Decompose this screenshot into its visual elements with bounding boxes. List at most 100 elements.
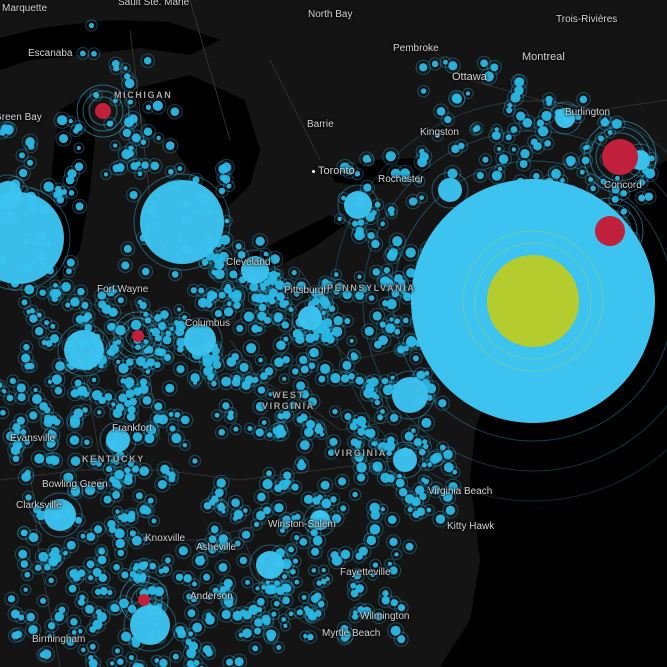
- event-marker: [171, 433, 182, 444]
- event-marker: [183, 574, 192, 583]
- event-marker: [355, 226, 364, 236]
- event-marker: [330, 496, 337, 503]
- event-marker: [91, 377, 97, 383]
- label-wilmington: Wilmington: [360, 611, 410, 622]
- label-fort-wayne: Fort Wayne: [97, 284, 149, 295]
- event-marker: [115, 509, 120, 514]
- event-marker: [101, 304, 112, 315]
- event-marker: [41, 649, 52, 660]
- event-marker: [283, 471, 292, 480]
- event-marker: [366, 535, 377, 546]
- event-marker: [29, 411, 38, 420]
- label-winston-salem: Winston-Salem: [268, 519, 336, 530]
- event-marker: [147, 585, 157, 595]
- event-marker: [7, 595, 16, 603]
- event-marker: [218, 429, 226, 436]
- event-marker: [436, 107, 446, 116]
- event-marker: [185, 638, 192, 646]
- event-marker: [78, 629, 83, 634]
- event-marker: [103, 172, 109, 177]
- event-marker: [218, 563, 228, 572]
- event-marker: [135, 492, 143, 500]
- event-density-map[interactable]: Marquette Sault Ste. Marie North Bay Tro…: [0, 0, 667, 667]
- event-marker: [490, 63, 499, 72]
- event-marker: [380, 472, 391, 483]
- event-marker: [145, 345, 154, 354]
- event-marker: [373, 340, 382, 349]
- event-marker: [243, 508, 248, 513]
- event-marker: [157, 480, 167, 489]
- event-marker: [352, 491, 358, 498]
- event-marker: [448, 61, 458, 71]
- event-marker: [192, 581, 197, 587]
- event-marker: [445, 505, 456, 516]
- event-marker: [320, 363, 331, 374]
- event-marker: [387, 561, 392, 566]
- event-marker: [117, 549, 125, 557]
- event-marker: [139, 504, 150, 515]
- event-marker: [205, 615, 215, 625]
- event-marker: [281, 617, 286, 622]
- event-marker: [358, 546, 368, 556]
- event-marker: [309, 347, 319, 358]
- event-marker: [98, 573, 108, 583]
- event-marker: [321, 334, 329, 343]
- event-marker: [385, 323, 396, 334]
- event-marker: [143, 56, 152, 65]
- event-marker: [195, 555, 206, 566]
- event-marker: [311, 568, 317, 573]
- event-marker: [356, 473, 366, 482]
- event-marker: [266, 432, 273, 438]
- event-marker: [28, 532, 39, 543]
- label-burlington: Burlington: [565, 107, 611, 118]
- event-marker: [88, 575, 94, 581]
- event-marker: [431, 452, 443, 463]
- event-marker: [252, 645, 259, 652]
- event-marker: [420, 88, 427, 94]
- event-marker: [21, 299, 28, 306]
- event-marker: [408, 197, 418, 206]
- event-marker: [226, 301, 232, 307]
- event-marker-large: [130, 605, 170, 645]
- region-pennsylvania: PENNSYLVANIA: [327, 283, 416, 293]
- event-marker: [111, 59, 120, 68]
- event-marker: [380, 409, 385, 414]
- event-marker: [394, 318, 400, 324]
- event-marker: [82, 407, 88, 413]
- event-marker: [17, 393, 26, 402]
- event-marker: [304, 427, 314, 438]
- event-marker: [50, 334, 59, 344]
- event-marker: [9, 377, 16, 384]
- event-marker: [257, 597, 265, 606]
- event-marker: [131, 535, 142, 546]
- event-marker: [26, 612, 35, 622]
- hot-event-marker: [595, 216, 625, 246]
- event-marker: [404, 431, 414, 441]
- label-marquette: Marquette: [2, 3, 48, 14]
- event-marker: [168, 168, 174, 175]
- event-marker: [57, 115, 68, 126]
- event-marker: [644, 192, 654, 201]
- event-marker: [38, 551, 49, 562]
- event-marker: [210, 525, 219, 534]
- event-marker: [75, 202, 84, 211]
- event-marker: [49, 288, 60, 299]
- event-marker: [392, 236, 403, 247]
- event-marker: [127, 405, 136, 414]
- event-marker: [47, 379, 53, 385]
- event-marker: [321, 310, 326, 316]
- label-montreal: Montreal: [522, 51, 565, 63]
- event-marker: [61, 189, 68, 195]
- event-marker: [112, 164, 121, 173]
- event-marker: [154, 402, 163, 411]
- event-marker: [385, 151, 396, 162]
- event-marker: [53, 418, 61, 426]
- event-marker: [14, 630, 22, 639]
- event-marker: [84, 439, 90, 445]
- event-marker: [56, 196, 65, 204]
- event-marker: [54, 386, 63, 395]
- event-marker: [141, 161, 149, 169]
- event-marker: [357, 274, 362, 279]
- event-marker: [18, 549, 28, 559]
- event-marker: [94, 525, 103, 534]
